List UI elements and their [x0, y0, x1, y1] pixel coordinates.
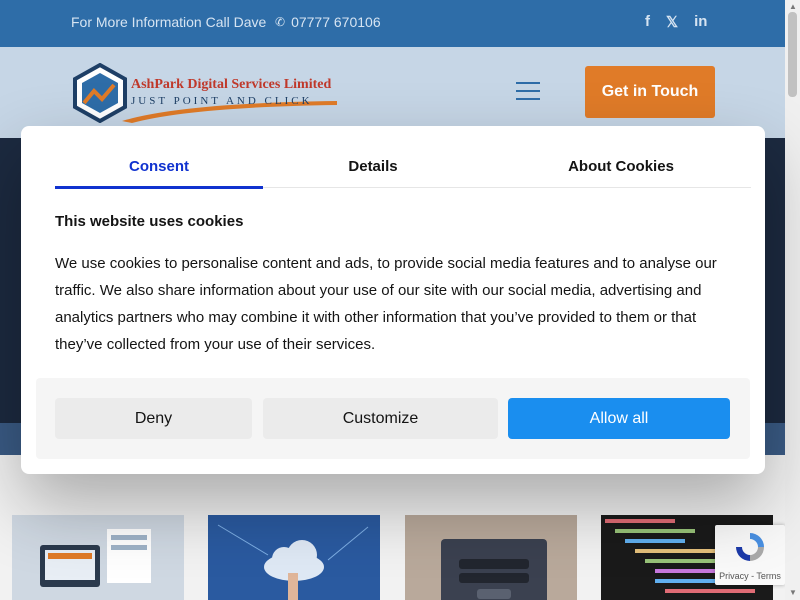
recaptcha-badge[interactable]: Privacy - Terms: [715, 525, 785, 585]
allow-all-button[interactable]: Allow all: [508, 398, 730, 439]
tab-details[interactable]: Details: [267, 144, 479, 188]
cloud-illustration: [217, 524, 369, 600]
logo-title: AshPark Digital Services Limited: [131, 77, 332, 92]
cookie-button-bar: Deny Customize Allow all: [36, 378, 750, 459]
scroll-down-arrow-icon[interactable]: ▼: [789, 588, 797, 597]
phone-link[interactable]: ✆ 07777 670106: [275, 14, 381, 30]
contact-info-text: For More Information Call Dave: [71, 14, 267, 30]
service-card-cloud[interactable]: [208, 515, 380, 600]
site-logo[interactable]: AshPark Digital Services Limited JUST PO…: [70, 62, 340, 124]
get-in-touch-button[interactable]: Get in Touch: [585, 66, 715, 118]
phone-number: 07777 670106: [291, 14, 381, 30]
cookie-tabs: Consent Details About Cookies: [55, 144, 751, 189]
linkedin-icon[interactable]: in: [694, 13, 707, 31]
tab-consent[interactable]: Consent: [55, 144, 263, 189]
logo-tagline: JUST POINT AND CLICK: [131, 95, 313, 107]
social-links: f 𝕏 in: [645, 13, 707, 31]
deny-button[interactable]: Deny: [55, 398, 252, 439]
cookie-dialog-title: This website uses cookies: [55, 213, 244, 230]
monitor-illustration: [40, 529, 151, 587]
cookie-dialog-body: We use cookies to personalise content an…: [55, 255, 717, 353]
service-card-login[interactable]: [405, 515, 577, 600]
login-illustration: [441, 539, 547, 600]
page-scrollbar[interactable]: ▲ ▼: [785, 0, 800, 600]
menu-hamburger-icon[interactable]: [516, 82, 540, 100]
top-bar: For More Information Call Dave ✆ 07777 6…: [0, 0, 785, 47]
recaptcha-icon: [736, 533, 764, 561]
service-card-web-design[interactable]: [12, 515, 184, 600]
services-section: [0, 455, 785, 600]
logo-hexagon-icon: [73, 62, 127, 124]
x-twitter-icon[interactable]: 𝕏: [666, 13, 678, 31]
tab-about-cookies[interactable]: About Cookies: [491, 144, 751, 188]
recaptcha-links[interactable]: Privacy - Terms: [715, 571, 785, 581]
cookie-consent-dialog: Consent Details About Cookies This websi…: [21, 126, 765, 474]
facebook-icon[interactable]: f: [645, 13, 650, 31]
scroll-up-arrow-icon[interactable]: ▲: [789, 2, 797, 11]
phone-icon: ✆: [275, 15, 286, 29]
site-header: AshPark Digital Services Limited JUST PO…: [0, 47, 785, 138]
customize-button[interactable]: Customize: [263, 398, 498, 439]
scrollbar-thumb[interactable]: [788, 12, 797, 97]
